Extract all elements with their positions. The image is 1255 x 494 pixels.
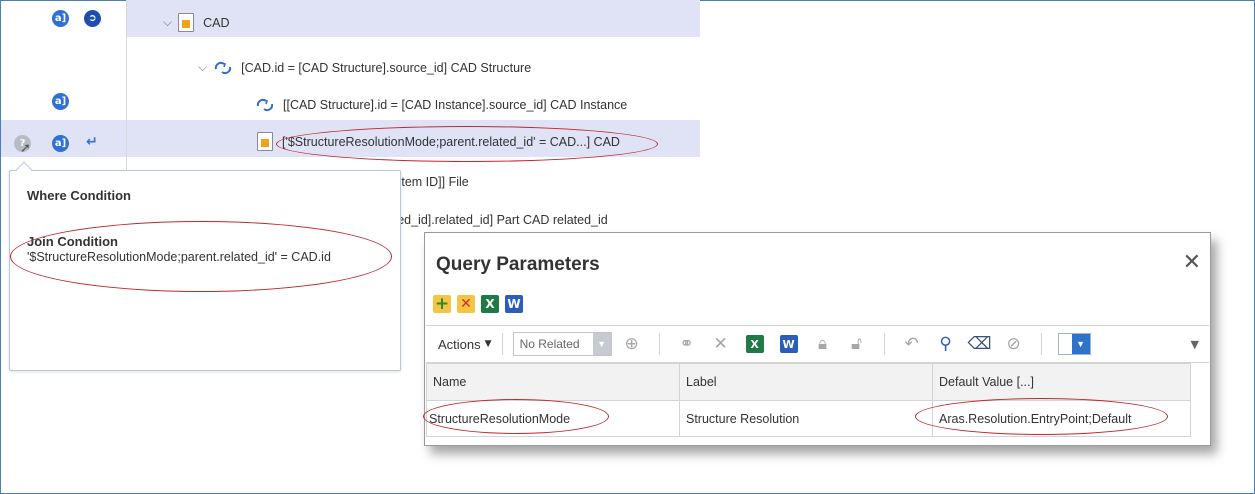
cell-default-value[interactable]: Aras.Resolution.EntryPoint;Default — [932, 400, 1191, 437]
toolbar-separator — [883, 333, 885, 355]
lock-icon[interactable]: 🔒︎ — [811, 332, 835, 356]
relationship-icon — [213, 60, 233, 76]
copy-link-icon[interactable]: ⚭ — [675, 332, 699, 356]
column-divider — [126, 0, 127, 175]
alias-icon[interactable]: a] — [52, 93, 69, 110]
tree-item-label: [[CAD Structure].id = [CAD Instance].sou… — [283, 97, 628, 112]
where-condition-tooltip: Where Condition Join Condition '$Structu… — [9, 161, 401, 371]
tree-item-label: [CAD.id = [CAD Structure].source_id] CAD… — [241, 60, 532, 75]
alias-icon[interactable]: a] — [52, 10, 69, 27]
relationship-icon — [255, 97, 275, 113]
toolbar-separator — [658, 333, 660, 355]
redirect-icon[interactable]: ➲ — [84, 10, 101, 27]
caret-down-icon: ▼ — [484, 339, 492, 349]
grid-toolbar: Actions ▼ No Related ▼ ⊕ ⚭ ✕ X W 🔒︎ 🔓︎ ↶… — [426, 325, 1209, 363]
undo-icon[interactable]: ↶ — [900, 332, 924, 356]
actions-menu[interactable]: Actions ▼ — [438, 337, 492, 352]
alias-icon[interactable]: a] — [52, 135, 69, 152]
cell-name[interactable]: StructureResolutionMode — [426, 400, 680, 437]
color-picker[interactable]: ▼ — [1057, 333, 1091, 355]
toolbar-separator — [1040, 333, 1042, 355]
delete-icon[interactable]: ✕ — [709, 332, 733, 356]
parameters-table: Name Label Default Value [...] Structure… — [426, 363, 1191, 437]
chevron-down-icon[interactable]: ⌵ — [163, 15, 172, 30]
tooltip-subtitle: Join Condition — [27, 234, 118, 249]
color-swatch — [1058, 334, 1072, 354]
document-icon — [257, 132, 273, 151]
toolbar-separator — [501, 333, 503, 355]
tooltip-title: Where Condition — [27, 188, 131, 203]
delete-row-icon[interactable]: ✕ — [457, 295, 475, 313]
actions-label: Actions — [438, 336, 481, 352]
column-header-label[interactable]: Label — [679, 363, 933, 401]
column-header-default-value[interactable]: Default Value [...] — [932, 363, 1191, 401]
tree-item-label: CAD — [203, 15, 230, 30]
search-icon[interactable]: ⚲ — [934, 332, 958, 356]
add-circle-icon[interactable]: ⊕ — [620, 332, 644, 356]
document-icon — [178, 13, 195, 32]
table-header-row: Name Label Default Value [...] — [426, 363, 1191, 401]
query-parameters-dialog: Query Parameters ✕ + ✕ X W Actions ▼ No … — [423, 232, 1211, 446]
chevron-down-icon[interactable]: ▼ — [1071, 334, 1090, 354]
cancel-icon[interactable]: ⊘ — [1002, 332, 1026, 356]
dialog-mini-toolbar: + ✕ X W — [433, 294, 523, 314]
word-export-icon[interactable]: W — [505, 295, 523, 313]
related-select[interactable]: No Related ▼ — [512, 332, 612, 356]
unlock-icon[interactable]: 🔓︎ — [845, 332, 869, 356]
excel-icon[interactable]: X — [743, 332, 767, 356]
chevron-down-icon[interactable]: ▼ — [592, 333, 611, 355]
tree-item-cad[interactable]: ⌵ CAD — [163, 4, 230, 41]
tree-item-label: lated_id].related_id] Part CAD related_i… — [384, 212, 608, 227]
table-row[interactable]: StructureResolutionMode Structure Resolu… — [426, 400, 1191, 437]
caret-down-icon[interactable]: ▼ — [1191, 338, 1199, 351]
excel-export-icon[interactable]: X — [481, 295, 499, 313]
add-row-icon[interactable]: + — [433, 294, 451, 314]
mouse-cursor-icon: ➚ — [20, 141, 31, 156]
related-select-value: No Related — [519, 337, 580, 351]
close-icon[interactable]: ✕ — [1183, 250, 1201, 275]
word-icon[interactable]: W — [777, 332, 801, 356]
clear-icon[interactable]: ⌫ — [968, 332, 992, 356]
tree-item-cad-structure[interactable]: ⌵ [CAD.id = [CAD Structure].source_id] C… — [198, 49, 531, 86]
tree-item-cad-child[interactable]: ['$StructureResolutionMode;parent.relate… — [257, 123, 620, 160]
tooltip-value: '$StructureResolutionMode;parent.related… — [27, 250, 331, 264]
chevron-down-icon[interactable]: ⌵ — [198, 60, 207, 75]
column-header-name[interactable]: Name — [426, 363, 680, 401]
dialog-title: Query Parameters — [436, 254, 600, 275]
tree-item-label: ['$StructureResolutionMode;parent.relate… — [282, 134, 620, 149]
tree-item-cad-instance[interactable]: [[CAD Structure].id = [CAD Instance].sou… — [255, 86, 627, 123]
cell-label[interactable]: Structure Resolution — [679, 400, 933, 437]
return-icon[interactable]: ↵ — [86, 134, 98, 150]
